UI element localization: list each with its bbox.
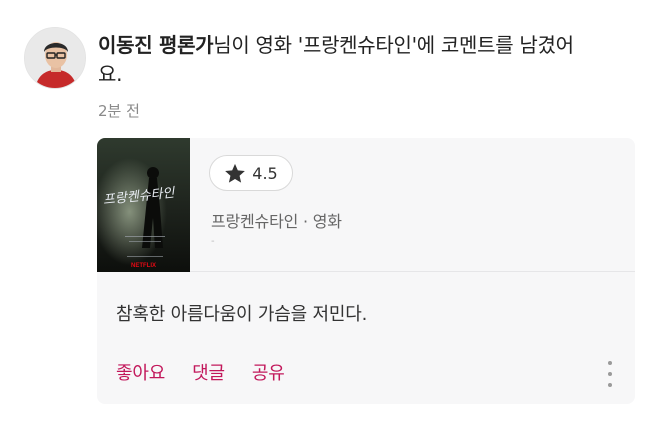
movie-summary[interactable]: 프랑켄슈타인 NETFLIX 4.5 프랑켄슈타인 · 영화 - [97, 138, 635, 272]
rating-badge: 4.5 [209, 155, 293, 191]
more-dot [608, 372, 612, 376]
feed-item: 이동진 평론가님이 영화 '프랑켄슈타인'에 코멘트를 남겼어요. 2분 전 프… [0, 0, 660, 433]
action-bar: 좋아요 댓글 공유 [116, 359, 285, 385]
movie-meta: 프랑켄슈타인 · 영화 [211, 212, 342, 231]
more-vertical-icon[interactable] [605, 361, 615, 387]
more-dot [608, 383, 612, 387]
post-headline: 이동진 평론가님이 영화 '프랑켄슈타인'에 코멘트를 남겼어요. [98, 31, 578, 89]
like-button[interactable]: 좋아요 [116, 359, 165, 385]
comment-card: 프랑켄슈타인 NETFLIX 4.5 프랑켄슈타인 · 영화 - 참혹한 아름다… [97, 138, 635, 404]
movie-meta-extra: - [211, 236, 215, 247]
star-icon [224, 163, 246, 184]
post-time: 2분 전 [98, 102, 140, 120]
movie-poster[interactable]: 프랑켄슈타인 NETFLIX [97, 138, 190, 272]
share-button[interactable]: 공유 [252, 359, 285, 385]
author-name[interactable]: 이동진 평론가 [98, 33, 214, 57]
poster-brand: NETFLIX [131, 263, 156, 269]
comment-text: 참혹한 아름다움이 가슴을 저민다. [116, 304, 368, 325]
avatar[interactable] [24, 27, 86, 89]
reply-button[interactable]: 댓글 [192, 359, 225, 385]
more-dot [608, 361, 612, 365]
rating-value: 4.5 [252, 163, 278, 183]
